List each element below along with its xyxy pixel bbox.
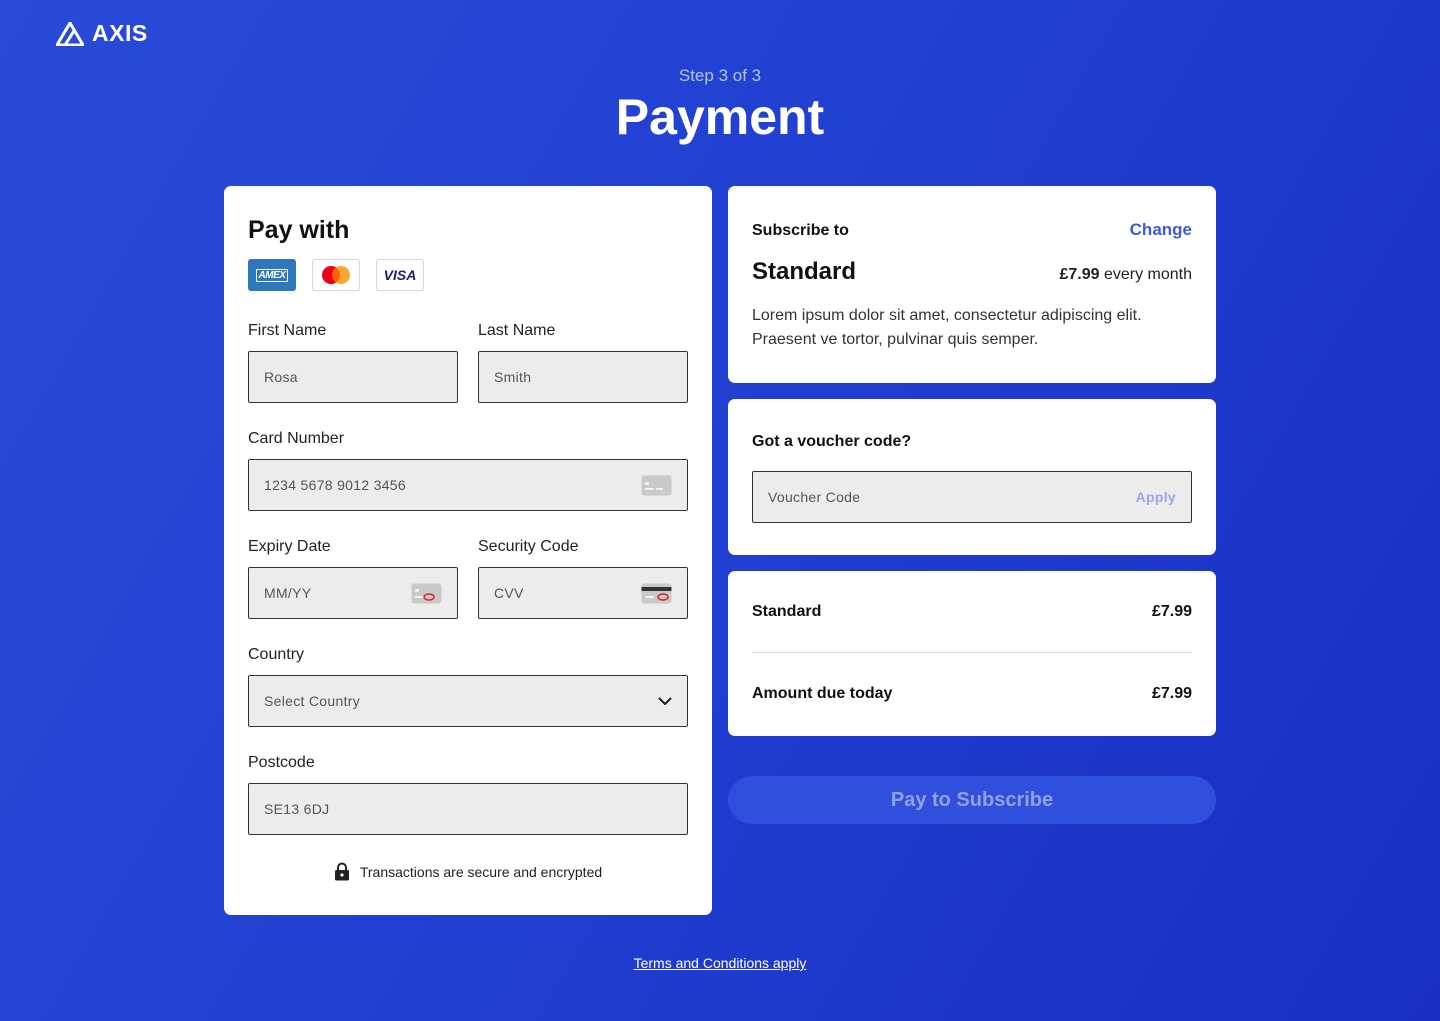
plan-description: Lorem ipsum dolor sit amet, consectetur … [752, 304, 1192, 352]
pay-to-subscribe-button[interactable]: Pay to Subscribe [728, 776, 1216, 824]
security-code-placeholder: CVV [494, 585, 524, 601]
security-code-label: Security Code [478, 538, 579, 555]
payment-form-card: Pay with AMEX VISA First Name Rosa Last … [224, 186, 712, 915]
first-name-label: First Name [248, 322, 327, 339]
postcode-label: Postcode [248, 754, 315, 771]
subscribe-to-label: Subscribe to [752, 222, 849, 239]
card-brands: AMEX VISA [248, 259, 688, 291]
voucher-code-placeholder: Voucher Code [768, 489, 861, 505]
country-select[interactable]: Select Country [248, 675, 688, 727]
lock-icon [334, 862, 349, 881]
step-indicator: Step 3 of 3 [678, 66, 762, 85]
amount-due-value: £7.99 [1151, 685, 1192, 702]
totals-line-value: £7.99 [1151, 602, 1192, 620]
expiry-card-icon [411, 583, 442, 604]
apply-voucher-button[interactable]: Apply [1136, 489, 1176, 505]
terms-link[interactable]: Terms and Conditions apply [0, 955, 1440, 971]
amex-logo-text: AMEX [255, 268, 289, 282]
totals-line-label: Standard [752, 602, 822, 620]
amex-logo: AMEX [248, 259, 296, 291]
card-number-input[interactable]: 1234 5678 9012 3456 [248, 459, 688, 511]
chevron-down-icon [658, 697, 672, 706]
last-name-input[interactable]: Smith [478, 351, 688, 403]
amount-due-label: Amount due today [752, 685, 893, 702]
secure-note-text: Transactions are secure and encrypted [359, 863, 603, 880]
amount-due-row: Amount due today £7.99 [752, 653, 1192, 735]
plan-price-amount: £7.99 [1059, 266, 1100, 283]
plan-price: £7.99 every month [1059, 266, 1192, 284]
postcode-input[interactable]: SE13 6DJ [248, 783, 688, 835]
voucher-code-input[interactable]: Voucher Code Apply [752, 471, 1192, 523]
visa-logo: VISA [376, 259, 424, 291]
totals-card: Standard £7.99 Amount due today £7.99 [728, 571, 1216, 736]
card-number-placeholder: 1234 5678 9012 3456 [264, 477, 406, 493]
expiry-date-input[interactable]: MM/YY [248, 567, 458, 619]
visa-logo-text: VISA [383, 267, 417, 283]
first-name-placeholder: Rosa [264, 369, 298, 385]
mastercard-logo [312, 259, 360, 291]
cvv-card-icon [641, 583, 672, 604]
credit-card-icon [641, 475, 672, 496]
pay-with-heading: Pay with [248, 216, 350, 244]
security-code-input[interactable]: CVV [478, 567, 688, 619]
page-title: Payment [615, 89, 825, 145]
voucher-question: Got a voucher code? [752, 433, 912, 450]
last-name-placeholder: Smith [494, 369, 532, 385]
change-plan-link[interactable]: Change [1130, 220, 1192, 240]
plan-price-period: every month [1103, 266, 1192, 283]
postcode-placeholder: SE13 6DJ [264, 801, 330, 817]
country-label: Country [248, 646, 305, 663]
logo-text: AXIS [92, 20, 148, 46]
expiry-date-label: Expiry Date [248, 538, 331, 555]
card-number-label: Card Number [248, 430, 345, 447]
secure-note: Transactions are secure and encrypted [224, 862, 712, 881]
voucher-card: Got a voucher code? Voucher Code Apply [728, 399, 1216, 555]
subscription-card: Subscribe to Change Standard £7.99 every… [728, 186, 1216, 383]
axis-logo[interactable]: AXIS [56, 20, 148, 47]
plan-description-line-2: Praesent ve tortor, pulvinar quis semper… [752, 331, 1039, 348]
country-selected-value: Select Country [264, 693, 361, 709]
totals-line-item: Standard £7.99 [752, 571, 1192, 653]
last-name-label: Last Name [478, 322, 556, 339]
plan-name: Standard [752, 258, 857, 285]
expiry-date-placeholder: MM/YY [264, 585, 312, 601]
first-name-input[interactable]: Rosa [248, 351, 458, 403]
axis-logo-icon [56, 21, 84, 46]
plan-description-line-1: Lorem ipsum dolor sit amet, consectetur … [752, 307, 1142, 324]
mastercard-icon [322, 266, 350, 284]
